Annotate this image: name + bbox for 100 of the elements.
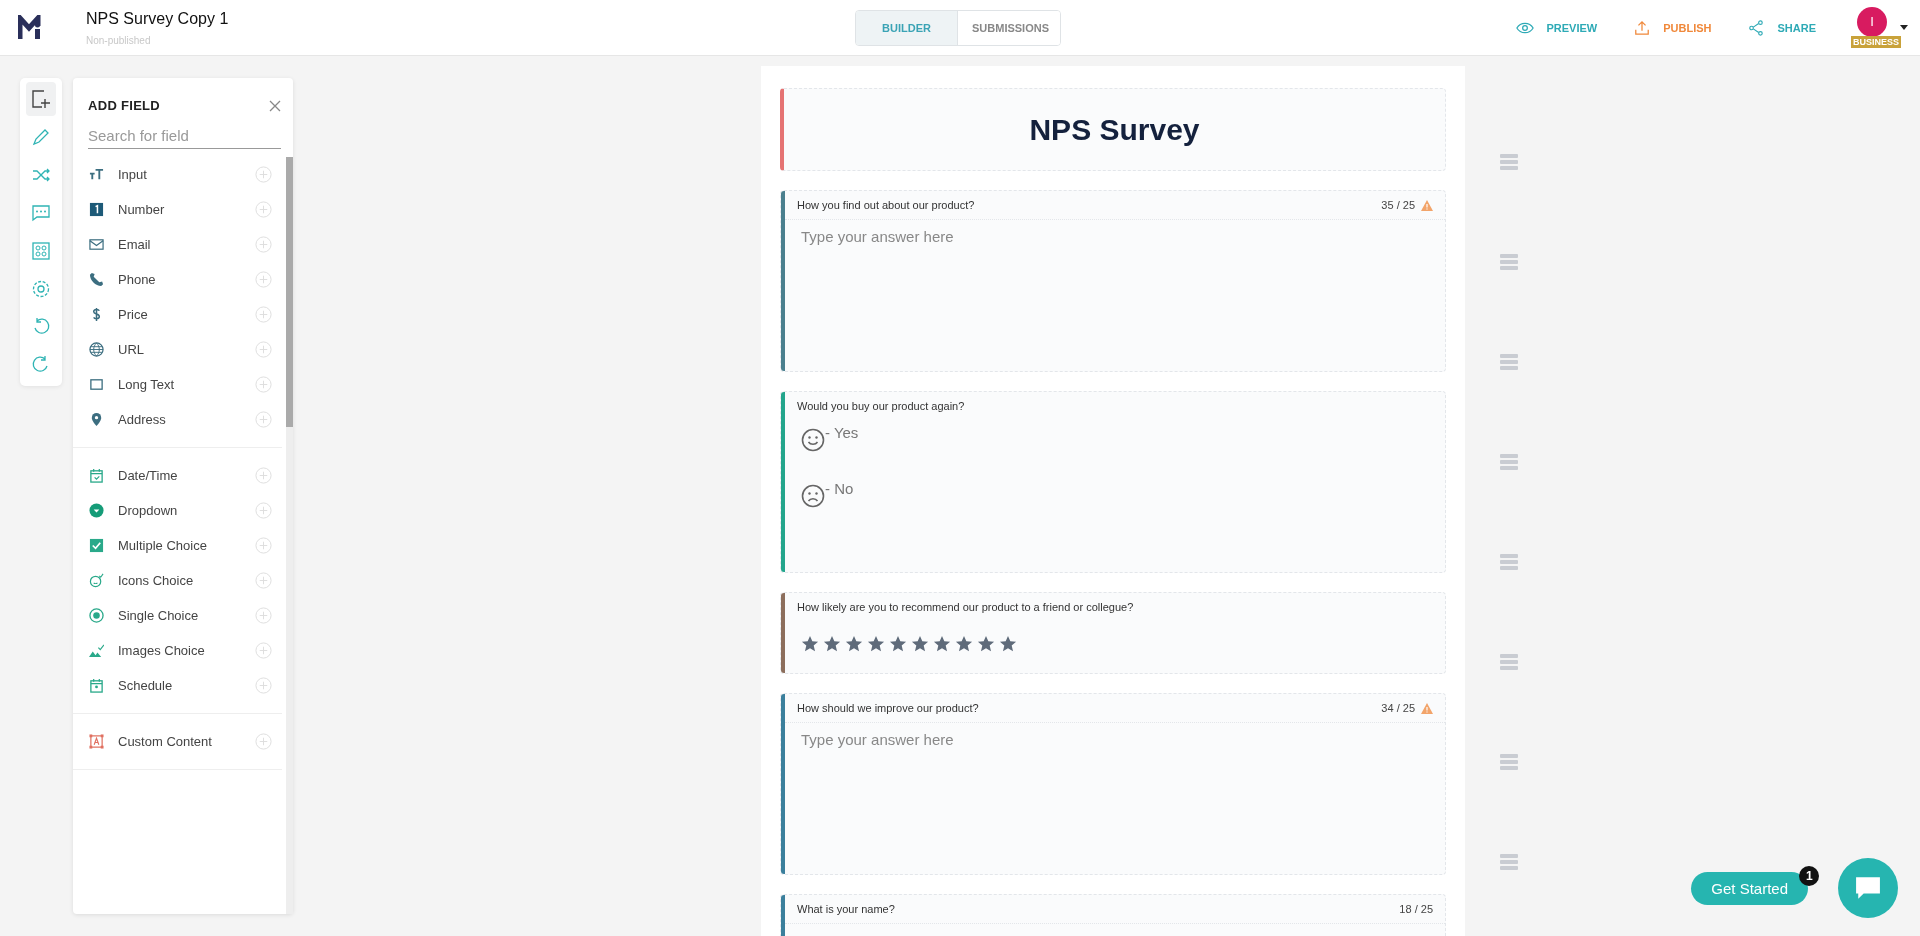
number-icon <box>89 202 104 217</box>
survey-title: NPS Survey <box>1029 112 1200 147</box>
field-type-item[interactable]: Single Choice <box>73 598 282 633</box>
panel-title: ADD FIELD <box>88 98 161 113</box>
phone-icon <box>89 272 104 287</box>
avatar[interactable]: I <box>1857 6 1887 37</box>
add-circle-icon[interactable] <box>255 201 272 218</box>
star-icon[interactable] <box>955 635 973 653</box>
field-type-item[interactable]: Input <box>73 157 282 192</box>
notification-badge: 1 <box>1799 866 1820 886</box>
smiley-icon <box>801 428 825 452</box>
caret-icon[interactable] <box>1900 25 1908 30</box>
envelope-icon <box>89 237 104 252</box>
question-label: How should we improve our product? <box>797 702 980 714</box>
calendar-person-icon <box>89 678 104 693</box>
field-type-item[interactable]: Dropdown <box>73 493 282 528</box>
add-circle-icon[interactable] <box>255 341 272 358</box>
add-circle-icon[interactable] <box>255 166 272 183</box>
add-circle-icon[interactable] <box>255 677 272 694</box>
add-circle-icon[interactable] <box>255 467 272 484</box>
radio-icon <box>89 608 104 623</box>
question-label: Would you buy our product again? <box>797 400 966 412</box>
field-type-item[interactable]: Number <box>73 192 282 227</box>
emoji-option[interactable]: - Yes <box>801 424 859 452</box>
question-card[interactable]: What is your name? 18 / 25 <box>780 894 1446 936</box>
settings-icon <box>31 279 51 299</box>
text-size-icon <box>89 167 104 182</box>
chat-button[interactable] <box>1838 858 1898 918</box>
add-field-icon <box>31 89 51 109</box>
add-circle-icon[interactable] <box>255 306 272 323</box>
add-circle-icon[interactable] <box>255 502 272 519</box>
tool-button[interactable] <box>26 82 56 116</box>
field-type-item[interactable]: Icons Choice <box>73 563 282 598</box>
upload-icon <box>1633 19 1652 36</box>
character-counter: 18 / 25 <box>1399 903 1433 915</box>
question-card[interactable]: Would you buy our product again? - Yes - No <box>780 391 1446 573</box>
smiley-check-icon <box>89 573 104 588</box>
add-circle-icon[interactable] <box>255 411 272 428</box>
grid-icon <box>31 241 51 261</box>
add-circle-icon[interactable] <box>255 572 272 589</box>
logo-icon <box>18 14 44 41</box>
field-type-item[interactable]: Custom Content <box>73 724 282 759</box>
star-icon[interactable] <box>845 635 863 653</box>
pen-icon <box>31 127 51 147</box>
answer-field[interactable]: Type your answer here <box>785 723 1445 874</box>
star-icon[interactable] <box>889 635 907 653</box>
add-circle-icon[interactable] <box>255 733 272 750</box>
question-card[interactable]: How you find out about our product? 35 / 25 Type your answer here <box>780 190 1446 372</box>
drag-handle-icon[interactable] <box>1500 354 1518 370</box>
star-icon[interactable] <box>801 635 819 653</box>
close-icon[interactable] <box>269 99 281 112</box>
checkbox-icon <box>89 538 104 553</box>
add-circle-icon[interactable] <box>255 642 272 659</box>
drag-handle-icon[interactable] <box>1500 154 1518 170</box>
question-card[interactable]: How should we improve our product? 34 / 25 Type your answer here <box>780 693 1446 875</box>
field-type-item[interactable]: Long Text <box>73 367 282 402</box>
field-type-item[interactable]: Images Choice <box>73 633 282 668</box>
drag-handle-icon[interactable] <box>1500 554 1518 570</box>
star-icon[interactable] <box>911 635 929 653</box>
character-counter: 34 / 25 <box>1381 702 1415 714</box>
star-icon[interactable] <box>977 635 995 653</box>
emoji-option[interactable]: - No <box>801 480 854 508</box>
add-circle-icon[interactable] <box>255 376 272 393</box>
star-icon[interactable] <box>933 635 951 653</box>
star-icon[interactable] <box>867 635 885 653</box>
calendar-icon <box>89 468 104 483</box>
drag-handle-icon[interactable] <box>1500 754 1518 770</box>
drag-handle-icon[interactable] <box>1500 454 1518 470</box>
field-type-item[interactable]: Price <box>73 297 282 332</box>
chat-bubble-icon <box>31 203 51 223</box>
character-counter: 35 / 25 <box>1381 199 1415 211</box>
field-type-item[interactable]: Phone <box>73 262 282 297</box>
add-circle-icon[interactable] <box>255 271 272 288</box>
plan-badge: BUSINESS <box>1851 35 1901 48</box>
field-type-item[interactable]: URL <box>73 332 282 367</box>
square-icon <box>89 377 104 392</box>
question-card[interactable]: How likely are you to recommend our product to a friend or collegue? <box>780 592 1446 674</box>
scrollbar-thumb[interactable] <box>286 157 293 427</box>
sad-face-icon <box>801 484 825 508</box>
add-circle-icon[interactable] <box>255 236 272 253</box>
field-type-item[interactable]: Multiple Choice <box>73 528 282 563</box>
drag-handle-icon[interactable] <box>1500 254 1518 270</box>
field-type-item[interactable]: Schedule <box>73 668 282 703</box>
field-type-item[interactable]: Address <box>73 402 282 437</box>
question-label: How likely are you to recommend our product to a friend or collegue? <box>797 601 1135 613</box>
field-type-item[interactable]: Date/Time <box>73 458 282 493</box>
add-circle-icon[interactable] <box>255 607 272 624</box>
star-icon[interactable] <box>999 635 1017 653</box>
dropdown-icon <box>89 503 104 518</box>
answer-field[interactable]: Type your answer here <box>785 220 1445 371</box>
star-icon[interactable] <box>823 635 841 653</box>
globe-icon <box>89 342 104 357</box>
map-pin-icon <box>89 412 104 427</box>
share-icon <box>1747 19 1766 36</box>
drag-handle-icon[interactable] <box>1500 654 1518 670</box>
add-circle-icon[interactable] <box>255 537 272 554</box>
chat-bubble-icon <box>1855 876 1881 900</box>
field-type-item[interactable]: Email <box>73 227 282 262</box>
drag-handle-icon[interactable] <box>1500 854 1518 870</box>
question-label: How you find out about our product? <box>797 199 976 211</box>
